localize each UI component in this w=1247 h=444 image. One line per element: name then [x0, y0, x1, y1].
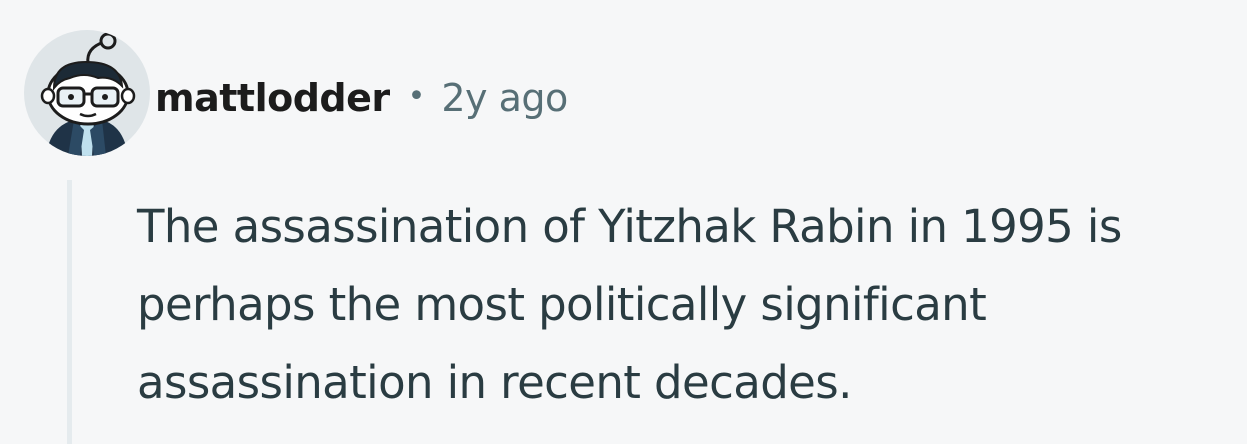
meta-separator: •	[407, 78, 426, 114]
comment-body: The assassination of Yitzhak Rabin in 19…	[137, 188, 1237, 422]
comment-body-line: The assassination of Yitzhak Rabin in 19…	[137, 200, 1122, 253]
comment: mattlodder • 2y ago The assassination of…	[0, 0, 1247, 444]
comment-meta: mattlodder • 2y ago	[155, 68, 568, 128]
user-avatar[interactable]	[24, 30, 150, 156]
comment-body-line: perhaps the most politically significant	[137, 278, 987, 331]
thread-collapse-line[interactable]	[67, 180, 72, 444]
snoo-avatar-icon	[24, 30, 150, 156]
comment-timestamp[interactable]: 2y ago	[441, 76, 568, 120]
comment-body-line: assassination in recent decades.	[137, 356, 852, 409]
username-link[interactable]: mattlodder	[155, 76, 390, 120]
